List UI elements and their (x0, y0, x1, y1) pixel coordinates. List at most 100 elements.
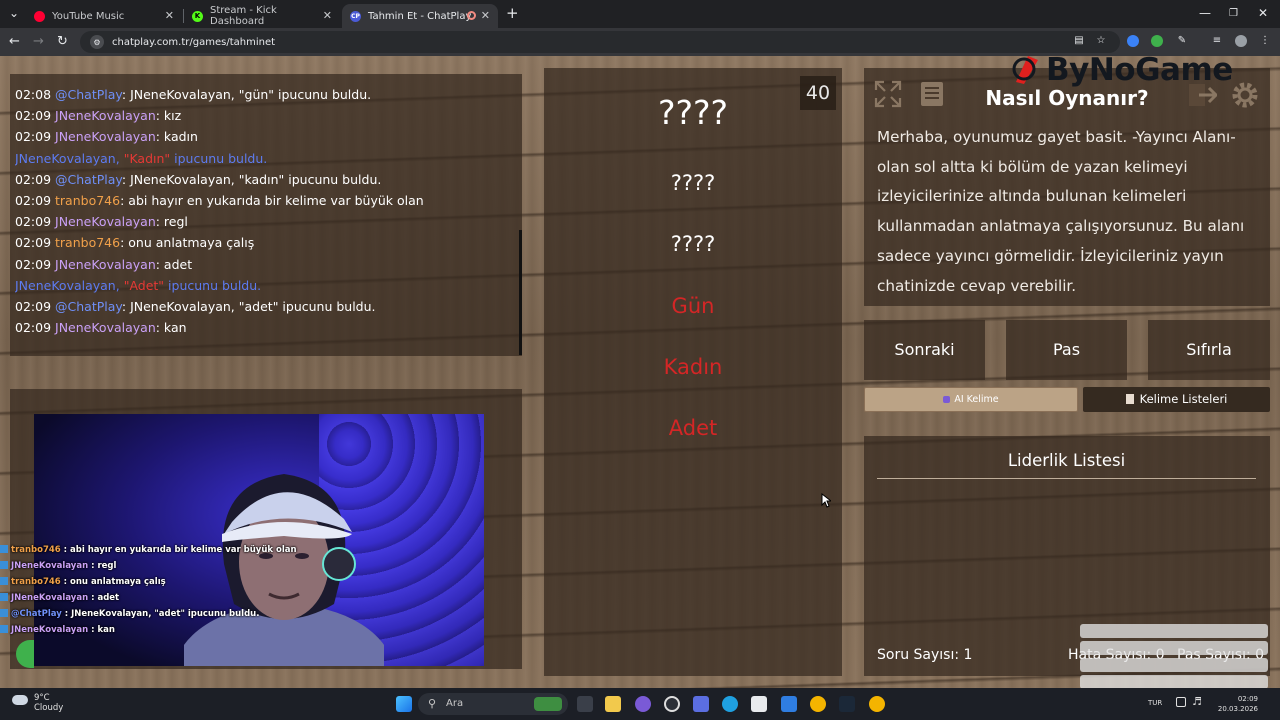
tab-search-icon[interactable]: ⌄ (9, 6, 19, 20)
tab-kick-dashboard[interactable]: K Stream - Kick Dashboard ✕ (184, 4, 340, 28)
site-info-icon[interactable]: ⚙ (90, 35, 104, 49)
bookmark-star-icon[interactable]: ☆ (1095, 35, 1107, 47)
teams-icon[interactable] (693, 696, 709, 712)
browser-menu-icon[interactable]: ⋮ (1259, 35, 1271, 47)
ai-word-button[interactable]: AI Kelime (864, 387, 1078, 412)
clock-time: 02:09 (1237, 695, 1258, 703)
main-word: ???? (657, 93, 729, 132)
youtube-music-favicon-icon (34, 10, 45, 22)
chat-username[interactable]: tranbo746 (55, 235, 120, 250)
pass-button[interactable]: Pas (1006, 320, 1127, 380)
overlay-username: tranbo746 (11, 545, 61, 555)
chat-timestamp: 02:09 (15, 320, 52, 336)
recording-icon (467, 11, 476, 20)
minimize-icon[interactable]: — (1199, 6, 1211, 20)
notebook-icon (1125, 394, 1134, 404)
chat-timestamp: 02:08 (15, 87, 52, 102)
chat-username[interactable]: JNeneKovalayan (55, 129, 156, 144)
chat-message: 02:08 @ChatPlay: JNeneKovalayan, "gün" i… (15, 84, 505, 105)
chat-username[interactable]: @ChatPlay (55, 172, 122, 187)
new-tab-button[interactable]: + (506, 4, 519, 22)
language-indicator[interactable]: TUR (1148, 699, 1162, 707)
close-icon[interactable]: ✕ (481, 9, 490, 22)
forward-icon[interactable]: → (33, 34, 44, 49)
chat-username[interactable]: JNeneKovalayan (55, 257, 156, 272)
overlay-username: JNeneKovalayan (11, 593, 89, 603)
network-icon[interactable] (1176, 697, 1186, 707)
chrome-icon[interactable] (810, 696, 826, 712)
back-icon[interactable]: ← (9, 34, 20, 49)
overlay-chat-message: @ChatPlay : JNeneKovalayan, "adet" ipucu… (0, 606, 300, 622)
overlay-text: : onu anlatmaya çalış (60, 577, 166, 587)
weather-widget[interactable]: 9°C Cloudy (12, 693, 63, 713)
chat-system-message: JNeneKovalayan, "Kadın" ipucunu buldu. (15, 148, 505, 169)
search-icon: ⚲ (428, 697, 437, 710)
chat-timestamp: 02:09 (15, 129, 52, 145)
chat-timestamp: 02:09 (15, 171, 52, 187)
badge-icon (0, 593, 8, 601)
extension-blue-icon[interactable] (1127, 35, 1139, 47)
profile-avatar-icon[interactable] (1235, 35, 1247, 47)
file-explorer-icon[interactable] (605, 696, 621, 712)
mail-icon[interactable] (781, 696, 797, 712)
chat-message: 02:09 @ChatPlay: JNeneKovalayan, "kadın"… (15, 169, 505, 190)
chat-text: : JNeneKovalayan, "adet" ipucunu buldu. (121, 298, 376, 314)
chat-username[interactable]: JNeneKovalayan (55, 108, 156, 123)
mouse-cursor-icon (821, 493, 831, 508)
overlay-username: JNeneKovalayan (11, 625, 89, 635)
badge-icon (0, 577, 8, 585)
overlay-chat-message: JNeneKovalayan : regl (0, 558, 300, 574)
chrome-profile-icon[interactable] (869, 696, 885, 712)
overlay-text: : adet (88, 593, 120, 603)
restore-icon[interactable]: ❐ (1229, 8, 1238, 19)
chat-message: 02:09 tranbo746: abi hayır en yukarıda b… (15, 190, 505, 211)
chat-username: JNeneKovalayan, (15, 150, 120, 166)
reset-button[interactable]: Sıfırla (1148, 320, 1270, 380)
gear-icon (1232, 82, 1258, 108)
close-icon[interactable]: ✕ (165, 9, 174, 22)
discord-icon[interactable] (635, 696, 651, 712)
kick-favicon-icon: K (192, 10, 203, 22)
start-icon[interactable] (396, 696, 412, 712)
store-icon[interactable] (751, 696, 767, 712)
volume-icon[interactable]: ♬ (1192, 695, 1202, 708)
chat-text: : adet (155, 256, 193, 272)
search-highlight-icon (534, 697, 562, 711)
obs-icon[interactable] (664, 696, 680, 712)
reload-icon[interactable]: ↻ (57, 34, 68, 49)
taskbar-search[interactable]: ⚲ Ara (418, 693, 568, 715)
task-view-icon[interactable] (577, 696, 593, 712)
edge-icon[interactable] (722, 696, 738, 712)
chat-username[interactable]: JNeneKovalayan (55, 214, 156, 229)
chat-text: : JNeneKovalayan, "kadın" ipucunu buldu. (121, 171, 382, 187)
next-button[interactable]: Sonraki (864, 320, 985, 380)
hint-word: ???? (670, 171, 716, 195)
media-controls-icon[interactable]: ≡ (1211, 35, 1223, 47)
overlay-text: : regl (88, 561, 117, 571)
follow-alert (1080, 624, 1268, 638)
badge-icon (0, 609, 8, 617)
overlay-username: JNeneKovalayan (11, 561, 89, 571)
chat-username[interactable]: @ChatPlay (55, 87, 122, 102)
translate-icon[interactable]: ▤ (1073, 35, 1085, 47)
chat-username[interactable]: JNeneKovalayan (55, 320, 156, 335)
window-close-icon[interactable]: ✕ (1258, 6, 1268, 20)
extensions-puzzle-icon[interactable]: ✎ (1176, 35, 1188, 47)
chat-username[interactable]: tranbo746 (55, 193, 120, 208)
tab-tahmin-et[interactable]: CP Tahmin Et - ChatPlay ✕ (342, 4, 498, 28)
address-bar[interactable]: ⚙ chatplay.com.tr/games/tahminet (80, 31, 1120, 53)
close-icon[interactable]: ✕ (323, 9, 332, 22)
chat-username[interactable]: @ChatPlay (55, 299, 122, 314)
tab-youtube-music[interactable]: YouTube Music ✕ (26, 4, 182, 28)
system-clock[interactable]: 02:09 20.03.2026 (1218, 694, 1258, 714)
overlay-text: : JNeneKovalayan, "adet" ipucunu buldu. (61, 609, 260, 619)
ai-word-label: AI Kelime (954, 394, 999, 405)
bynogame-logo-icon (1012, 56, 1038, 84)
extension-green-icon[interactable] (1151, 35, 1163, 47)
steam-icon[interactable] (839, 696, 855, 712)
settings-button[interactable] (1229, 79, 1261, 111)
url-text: chatplay.com.tr/games/tahminet (112, 36, 276, 48)
word-lists-button[interactable]: Kelime Listeleri (1083, 387, 1270, 412)
chat-scrollbar[interactable] (519, 230, 522, 355)
overlay-chat-message: JNeneKovalayan : kan (0, 622, 300, 638)
